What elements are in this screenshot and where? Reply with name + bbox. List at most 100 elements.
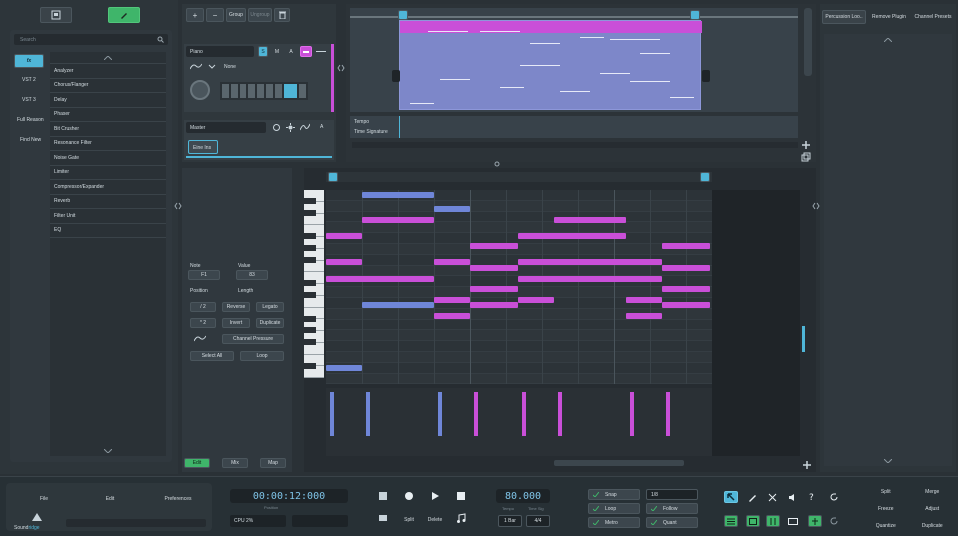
volume-knob[interactable] [190, 80, 210, 100]
play-icon[interactable] [430, 491, 440, 501]
tempo-lane[interactable]: Tempo Time Signature [350, 116, 798, 138]
legato-button[interactable]: Legato [256, 302, 284, 312]
snap-toggle[interactable]: Snap [588, 489, 640, 500]
freeze-action-button[interactable]: Freeze [864, 502, 908, 516]
midi-note[interactable] [626, 297, 662, 303]
delete-track-button[interactable] [274, 8, 290, 22]
master-track-header[interactable]: Master A Eine Ins [184, 120, 334, 160]
effect-item[interactable]: Chorus/Flanger [50, 79, 166, 93]
piano-roll-ruler[interactable] [326, 172, 712, 182]
search-input[interactable]: Search [14, 34, 168, 45]
track-collapse-handle[interactable] [337, 62, 345, 74]
arrangement-hscroll[interactable] [352, 142, 798, 148]
snap-value-select[interactable]: 1/8 [646, 489, 698, 500]
double-button[interactable]: * 2 [190, 318, 216, 328]
midi-note[interactable] [554, 217, 626, 223]
stop-icon[interactable] [456, 491, 466, 501]
midi-note[interactable] [662, 243, 710, 249]
sync-icon[interactable] [830, 517, 839, 526]
duplicate-action-button[interactable]: Duplicate [911, 519, 955, 533]
midi-clip[interactable] [399, 20, 702, 110]
quantize-action-button[interactable]: Quantize [864, 519, 908, 533]
panel-browser-button[interactable] [40, 7, 72, 23]
midi-note[interactable] [326, 365, 362, 371]
clip-right-handle[interactable] [702, 70, 710, 82]
speaker-icon[interactable] [788, 493, 797, 502]
remove-track-button[interactable]: − [206, 8, 224, 22]
channel-pressure-button[interactable]: Channel Pressure [222, 334, 284, 344]
pointer-tool[interactable] [724, 491, 738, 503]
automation-button[interactable]: A [286, 46, 296, 57]
midi-note[interactable] [662, 265, 710, 271]
window-copy-icon[interactable] [801, 152, 811, 162]
arrangement-vscroll[interactable] [804, 8, 812, 76]
midi-note[interactable] [662, 302, 710, 308]
loop-end-marker[interactable] [700, 172, 710, 182]
split-handle[interactable] [492, 160, 502, 168]
sun-icon[interactable] [286, 123, 295, 132]
velocity-lane[interactable] [326, 388, 712, 456]
piano-roll-vscroll[interactable] [802, 326, 805, 352]
split-button[interactable]: Split [400, 515, 418, 525]
midi-note[interactable] [518, 297, 554, 303]
piano-key[interactable] [304, 261, 324, 273]
tab-fx[interactable]: fx [14, 54, 44, 68]
scroll-up-button[interactable] [50, 52, 166, 64]
ungroup-button[interactable]: Ungroup [248, 8, 272, 22]
effect-item[interactable]: Bit Crusher [50, 122, 166, 137]
loop-end-marker[interactable] [690, 10, 700, 20]
loop-toggle[interactable]: Loop [588, 503, 640, 514]
automation-icon[interactable] [300, 123, 310, 131]
midi-note[interactable] [518, 276, 662, 282]
duplicate-button[interactable]: Duplicate [256, 318, 284, 328]
midi-note[interactable] [434, 313, 470, 319]
piano-keyboard[interactable] [304, 190, 324, 378]
midi-note[interactable] [470, 286, 518, 292]
left-collapse-handle[interactable] [174, 200, 182, 212]
right-collapse-handle[interactable] [812, 200, 820, 212]
midi-note[interactable] [434, 297, 470, 303]
midi-note[interactable] [326, 276, 434, 282]
velocity-bar[interactable] [630, 392, 634, 436]
scissors-icon[interactable] [768, 493, 777, 502]
midi-note[interactable] [518, 233, 626, 239]
record-icon[interactable] [404, 491, 414, 501]
tab-vst2[interactable]: VST 2 [14, 74, 44, 88]
midi-note[interactable] [626, 313, 662, 319]
panel-edit-button[interactable] [108, 7, 140, 23]
tab-find-new[interactable]: Find New [14, 134, 44, 148]
select-all-button[interactable]: Select All [190, 351, 234, 361]
mute-button[interactable]: M [272, 46, 282, 57]
view-mixer-button[interactable] [766, 515, 780, 527]
group-button[interactable]: Group [226, 8, 246, 22]
help-icon[interactable]: ? [808, 492, 817, 502]
piano-key[interactable] [304, 343, 324, 355]
piano-key[interactable] [304, 366, 324, 378]
midi-note[interactable] [434, 259, 470, 265]
midi-note[interactable] [662, 286, 710, 292]
tab-full-reason[interactable]: Full Reason [14, 114, 48, 128]
view-effects-button[interactable] [808, 515, 822, 527]
tab-channel-presets[interactable]: Channel Presets [912, 10, 954, 24]
view-keyboard-button[interactable] [786, 515, 800, 527]
effect-item[interactable]: Compressor/Expander [50, 180, 166, 195]
pencil-icon[interactable] [748, 493, 757, 502]
quantize-toggle[interactable]: Quant [646, 517, 698, 528]
invert-button[interactable]: Invert [222, 318, 250, 328]
effect-item[interactable]: Reverb [50, 195, 166, 209]
midi-note[interactable] [518, 259, 662, 265]
loop-start-marker[interactable] [328, 172, 338, 182]
time-signature-display[interactable]: 4/4 [526, 515, 550, 527]
midi-note[interactable] [470, 243, 518, 249]
piano-roll-hscroll[interactable] [554, 460, 684, 466]
time-display[interactable]: 00:00:12:000 [230, 489, 348, 503]
midi-note[interactable] [326, 259, 362, 265]
reverse-button[interactable]: Reverse [222, 302, 250, 312]
star-icon[interactable] [272, 123, 281, 132]
velocity-bar[interactable] [474, 392, 478, 436]
velocity-bar[interactable] [558, 392, 562, 436]
file-menu[interactable]: File [26, 493, 62, 505]
value-stepper[interactable]: 83 [236, 270, 268, 280]
arrangement-grid[interactable] [350, 8, 798, 112]
solo-button[interactable]: S [258, 46, 268, 57]
